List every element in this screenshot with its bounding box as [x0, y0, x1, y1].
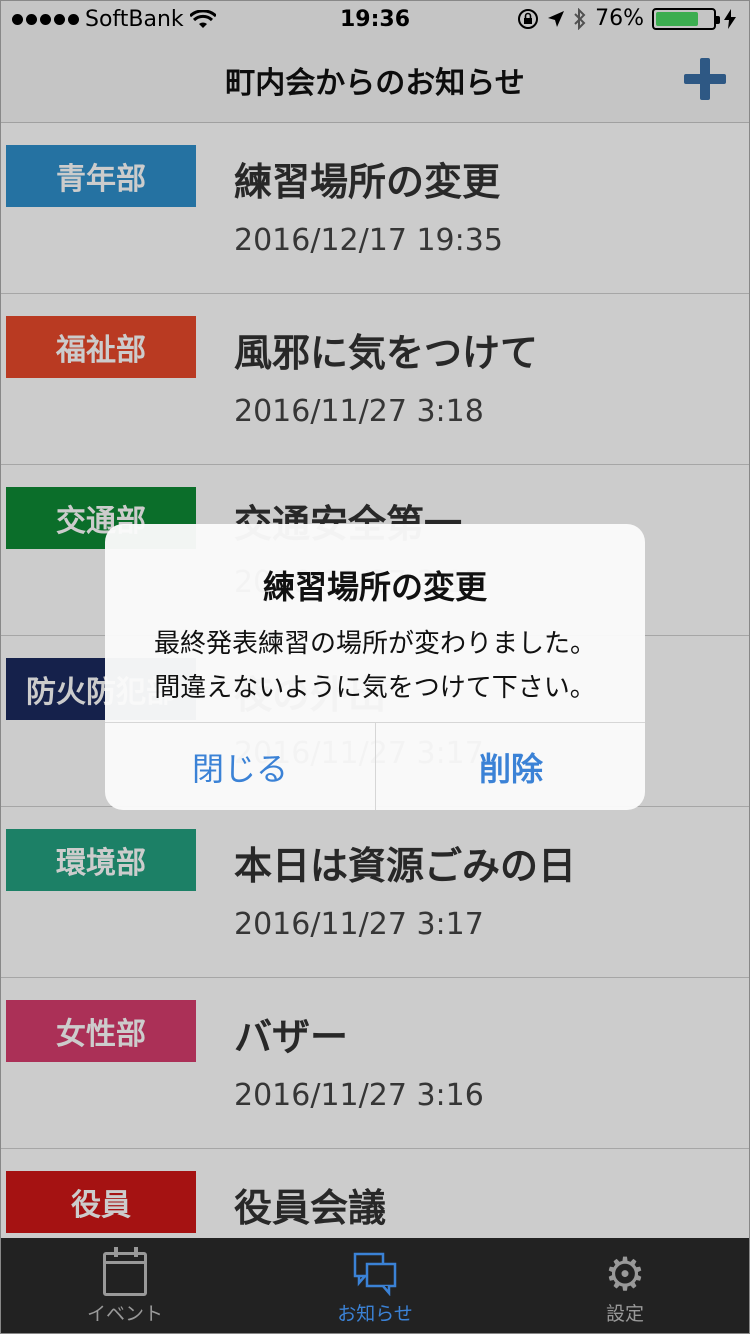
calendar-icon	[103, 1247, 147, 1296]
delete-button[interactable]: 削除	[375, 723, 645, 810]
alert-message: 最終発表練習の場所が変わりました。 間違えないように気をつけて下さい。	[105, 622, 645, 710]
tab-events-label: イベント	[86, 1303, 163, 1325]
alert-title: 練習場所の変更	[262, 568, 487, 606]
tab-notices[interactable]: お知らせ	[250, 1238, 500, 1334]
tab-events[interactable]: イベント	[0, 1238, 250, 1334]
tab-notices-label: お知らせ	[337, 1303, 413, 1325]
notice-alert-dialog: 練習場所の変更 最終発表練習の場所が変わりました。 間違えないように気をつけて下…	[105, 524, 645, 810]
tab-bar: イベント お知らせ ⚙ 設定	[0, 1238, 750, 1334]
gear-icon: ⚙	[604, 1247, 646, 1301]
alert-buttons: 閉じる 削除	[105, 722, 645, 810]
chat-bubbles-icon	[353, 1252, 397, 1296]
tab-settings[interactable]: ⚙ 設定	[500, 1238, 750, 1334]
alert-message-line: 最終発表練習の場所が変わりました。	[153, 629, 596, 659]
alert-message-line: 間違えないように気をつけて下さい。	[154, 673, 596, 703]
close-button[interactable]: 閉じる	[105, 723, 375, 810]
tab-settings-label: 設定	[605, 1303, 644, 1325]
